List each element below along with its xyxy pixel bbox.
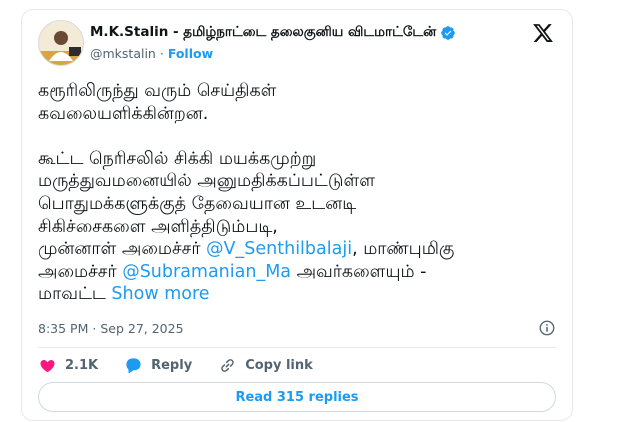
mention-senthilbalaji[interactable]: @V_Senthilbalaji <box>206 239 352 259</box>
tweet-card: M.K.Stalin - தமிழ்நாட்டை தலைகுனிய விடமாட… <box>21 9 573 421</box>
profile-photo-icon <box>39 21 83 65</box>
tweet-line-1: கரூரிலிருந்து வரும் செய்திகள் <box>38 81 277 101</box>
link-icon <box>221 358 234 372</box>
tweet-time: 8:35 PM <box>38 321 89 336</box>
handle-separator: · <box>159 46 164 61</box>
meta-separator: · <box>92 321 97 336</box>
heart-icon <box>40 359 55 372</box>
action-bar: 2.1K Reply Copy link <box>38 355 313 375</box>
tweet-date: Sep 27, 2025 <box>100 321 184 336</box>
author-name-row: M.K.Stalin - தமிழ்நாட்டை தலைகுனிய விடமாட… <box>90 24 456 42</box>
verified-badge-icon <box>441 26 456 40</box>
info-icon[interactable] <box>538 319 556 337</box>
tweet-text: கரூரிலிருந்து வரும் செய்திகள் கவலையளிக்கி… <box>38 80 558 306</box>
like-count: 2.1K <box>65 357 99 373</box>
tweet-line-8-suffix: அவர்களையும் - <box>291 261 427 282</box>
tweet-line-4: மருத்துவமனையில் அனுமதிக்கப்பட்டுள்ள <box>38 171 376 192</box>
x-logo-icon[interactable] <box>532 22 554 44</box>
author-handle[interactable]: @mkstalin <box>90 46 156 61</box>
tweet-line-5: பொதுமக்களுக்குத் தேவையான உடனடி <box>38 193 357 214</box>
reply-bubble-icon <box>126 357 141 373</box>
divider <box>38 347 556 348</box>
author-handle-row: @mkstalin · Follow <box>90 46 213 61</box>
tweet-line-7-prefix: முன்னாள் அமைச்சர் <box>38 239 207 260</box>
tweet-line-3: கூட்ட நெரிசலில் சிக்கி மயக்கமுற்று <box>38 148 317 169</box>
tweet-line-6: சிகிச்சைகளை அளித்திடும்படி, <box>38 216 278 237</box>
author-display-name[interactable]: M.K.Stalin - தமிழ்நாட்டை தலைகுனிய விடமாட… <box>90 24 436 42</box>
tweet-meta-row: 8:35 PM · Sep 27, 2025 <box>38 319 556 339</box>
follow-button[interactable]: Follow <box>168 46 213 61</box>
reply-label: Reply <box>151 357 193 373</box>
tweet-line-9-prefix: மாவட்ட <box>38 284 112 305</box>
tweet-timestamp[interactable]: 8:35 PM · Sep 27, 2025 <box>38 321 184 336</box>
avatar[interactable] <box>38 20 84 66</box>
read-replies-button[interactable]: Read 315 replies <box>38 382 556 412</box>
tweet-line-7-suffix: , மாண்புமிகு <box>352 239 455 260</box>
like-button[interactable]: 2.1K <box>38 356 98 375</box>
reply-button[interactable]: Reply <box>124 356 192 375</box>
mention-subramanian[interactable]: @Subramanian_Ma <box>122 262 291 282</box>
copy-link-button[interactable]: Copy link <box>218 356 313 375</box>
tweet-line-8-prefix: அமைச்சர் <box>38 261 123 282</box>
tweet-line-2: கவலையளிக்கின்றன. <box>38 103 209 124</box>
copy-link-label: Copy link <box>245 357 313 373</box>
show-more-link[interactable]: Show more <box>111 284 209 304</box>
